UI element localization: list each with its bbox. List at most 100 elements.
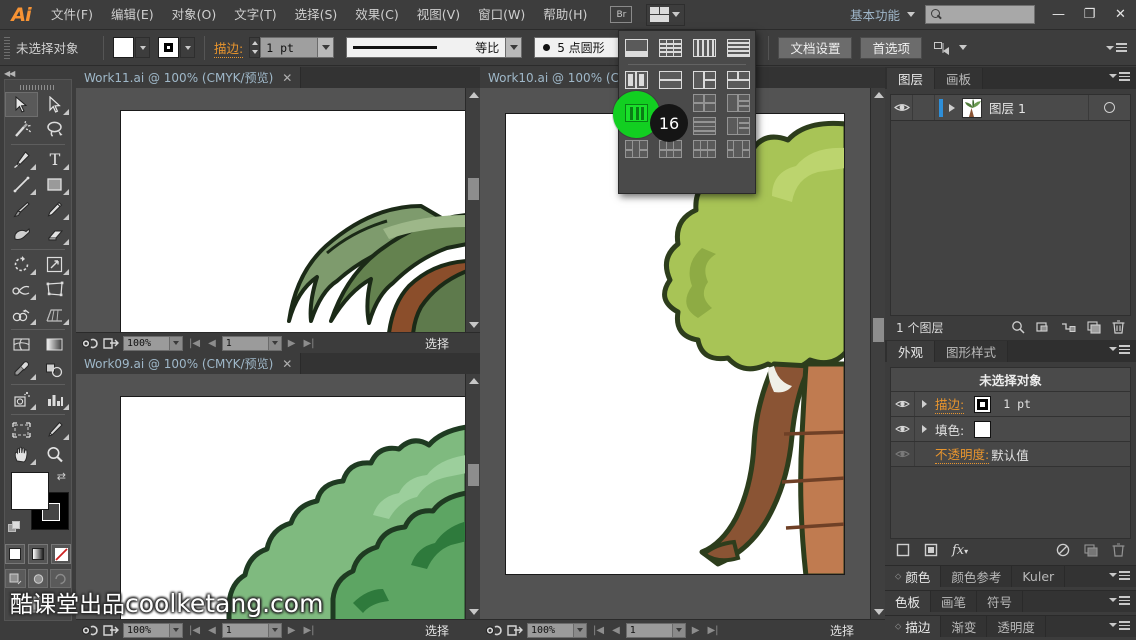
- opacity-visibility-toggle[interactable]: [891, 442, 915, 466]
- doc-work09-canvas[interactable]: [76, 374, 480, 619]
- tab-artboards[interactable]: 画板: [935, 68, 984, 89]
- paintbrush-tool[interactable]: [5, 197, 38, 222]
- tab-brushes[interactable]: 画笔: [931, 591, 978, 612]
- first-artboard-icon[interactable]: |◀: [187, 338, 202, 349]
- gradient-button[interactable]: [28, 544, 48, 564]
- doc-work09-status-text[interactable]: 选择: [425, 622, 449, 639]
- rectangle-tool[interactable]: [38, 172, 71, 197]
- doc-work10-artboard-number[interactable]: 1: [625, 622, 673, 638]
- appearance-stroke-swatch[interactable]: [974, 395, 992, 413]
- fill-visibility-toggle[interactable]: [891, 417, 915, 441]
- tab-appearance[interactable]: 外观: [887, 341, 936, 362]
- close-icon[interactable]: ✕: [282, 357, 292, 371]
- share-icon[interactable]: [103, 337, 119, 350]
- layout-right-three[interactable]: [726, 94, 750, 112]
- zoom-chevron-down-icon[interactable]: [170, 335, 183, 351]
- menu-file[interactable]: 文件(F): [42, 0, 102, 30]
- tools-collapse-button[interactable]: ◀◀: [0, 67, 76, 79]
- layer-lock-toggle[interactable]: [913, 95, 935, 120]
- tab-symbols[interactable]: 符号: [977, 591, 1024, 612]
- toolbar-fill-swatch[interactable]: [11, 472, 49, 510]
- layout-mixed-b[interactable]: [726, 117, 750, 135]
- scroll-up-icon[interactable]: [871, 88, 885, 102]
- doc-work10-artboard-control[interactable]: 1: [625, 622, 686, 638]
- control-bar-grip[interactable]: [4, 36, 10, 59]
- maximize-icon[interactable]: ❐: [1074, 2, 1105, 27]
- tab-layers[interactable]: 图层: [887, 68, 936, 89]
- doc-work10-zoom-control[interactable]: 100%: [527, 622, 587, 638]
- menu-type[interactable]: 文字(T): [225, 0, 285, 30]
- doc-work09-vscrollbar[interactable]: [465, 374, 480, 619]
- swatches-panel-menu-icon[interactable]: [1109, 596, 1130, 605]
- layout-vertical-all[interactable]: [692, 39, 716, 57]
- gradient-tool[interactable]: [38, 332, 71, 357]
- new-layer-icon[interactable]: [1087, 320, 1101, 334]
- tab-graphic-styles[interactable]: 图形样式: [935, 341, 1009, 362]
- doc-work11-canvas[interactable]: [76, 88, 480, 332]
- tab-transparency[interactable]: 透明度: [987, 616, 1046, 637]
- scroll-up-icon[interactable]: [466, 374, 480, 388]
- stroke-color-control[interactable]: [158, 37, 195, 58]
- appearance-opacity-label[interactable]: 不透明度:: [935, 444, 990, 464]
- layout-3-columns-highlighted[interactable]: [625, 104, 648, 122]
- appearance-stroke-value[interactable]: 1 pt: [1003, 397, 1031, 411]
- menu-window[interactable]: 窗口(W): [469, 0, 534, 30]
- menu-help[interactable]: 帮助(H): [534, 0, 596, 30]
- align-objects-icon[interactable]: [933, 41, 952, 55]
- control-panel-menu-icon[interactable]: [1106, 43, 1127, 52]
- layout-4-rows[interactable]: [692, 117, 716, 135]
- layout-top-split[interactable]: [726, 71, 750, 89]
- workspace-label[interactable]: 基本功能: [850, 5, 900, 24]
- appearance-fill-swatch[interactable]: [974, 420, 992, 438]
- appearance-row-fill[interactable]: 填色:: [891, 417, 1130, 442]
- free-transform-tool[interactable]: [38, 277, 71, 302]
- stroke-chevron-down-icon[interactable]: [180, 37, 195, 58]
- scroll-up-icon[interactable]: [466, 88, 480, 102]
- perspective-grid-tool[interactable]: [38, 302, 71, 327]
- layout-mixed-d[interactable]: [658, 140, 682, 158]
- doc-work10-zoom-value[interactable]: 100%: [527, 622, 574, 638]
- eraser-tool[interactable]: [38, 222, 71, 247]
- menu-view[interactable]: 视图(V): [408, 0, 469, 30]
- pencil-tool[interactable]: [38, 197, 71, 222]
- artboard-chevron-down-icon[interactable]: [268, 622, 282, 638]
- direct-selection-tool[interactable]: [38, 92, 71, 117]
- workspace-chevron-down-icon[interactable]: [907, 12, 915, 17]
- doc-work11-artboard-control[interactable]: 1: [221, 335, 282, 351]
- none-button[interactable]: [51, 544, 71, 564]
- stroke-weight-stepper[interactable]: [249, 37, 261, 58]
- layer-row-1[interactable]: 图层 1: [891, 95, 1130, 121]
- align-chevron-down-icon[interactable]: [958, 45, 967, 50]
- layout-left-split[interactable]: [692, 71, 716, 89]
- tab-swatches[interactable]: 色板: [885, 591, 932, 612]
- blend-tool[interactable]: [38, 357, 71, 382]
- color-panel-menu-icon[interactable]: [1109, 571, 1130, 580]
- mesh-tool[interactable]: [5, 332, 38, 357]
- selection-tool[interactable]: [5, 92, 38, 117]
- close-icon[interactable]: ✕: [1105, 2, 1136, 27]
- stroke-weight-chevron-down-icon[interactable]: [318, 37, 335, 58]
- bridge-button[interactable]: Br: [610, 6, 633, 23]
- fill-color-control[interactable]: [113, 37, 150, 58]
- arrange-documents-button[interactable]: [646, 3, 686, 26]
- layout-single[interactable]: [624, 39, 648, 57]
- doc-work09-zoom-value[interactable]: 100%: [123, 622, 170, 638]
- artboard-chevron-down-icon[interactable]: [268, 335, 282, 351]
- doc-work11-vscrollbar[interactable]: [465, 88, 480, 332]
- pen-tool[interactable]: [5, 147, 38, 172]
- appearance-row-opacity[interactable]: 不透明度: 默认值: [891, 442, 1130, 467]
- tools-grip[interactable]: [5, 83, 71, 92]
- tab-stroke[interactable]: ⬦ 描边: [885, 616, 942, 637]
- rotate-tool[interactable]: [5, 252, 38, 277]
- next-artboard-icon[interactable]: ▶: [286, 338, 298, 349]
- make-sublayer-icon[interactable]: [1061, 321, 1076, 334]
- scroll-thumb[interactable]: [468, 178, 479, 200]
- width-tool[interactable]: [5, 277, 38, 302]
- tab-color-guide[interactable]: 颜色参考: [941, 566, 1013, 587]
- scale-tool[interactable]: [38, 252, 71, 277]
- share-icon[interactable]: [507, 624, 523, 637]
- layers-panel-menu-icon[interactable]: [1109, 72, 1130, 81]
- add-new-stroke-icon[interactable]: [896, 543, 910, 557]
- layout-mixed-c[interactable]: [624, 140, 648, 158]
- doc-work10-status-text[interactable]: 选择: [830, 622, 854, 639]
